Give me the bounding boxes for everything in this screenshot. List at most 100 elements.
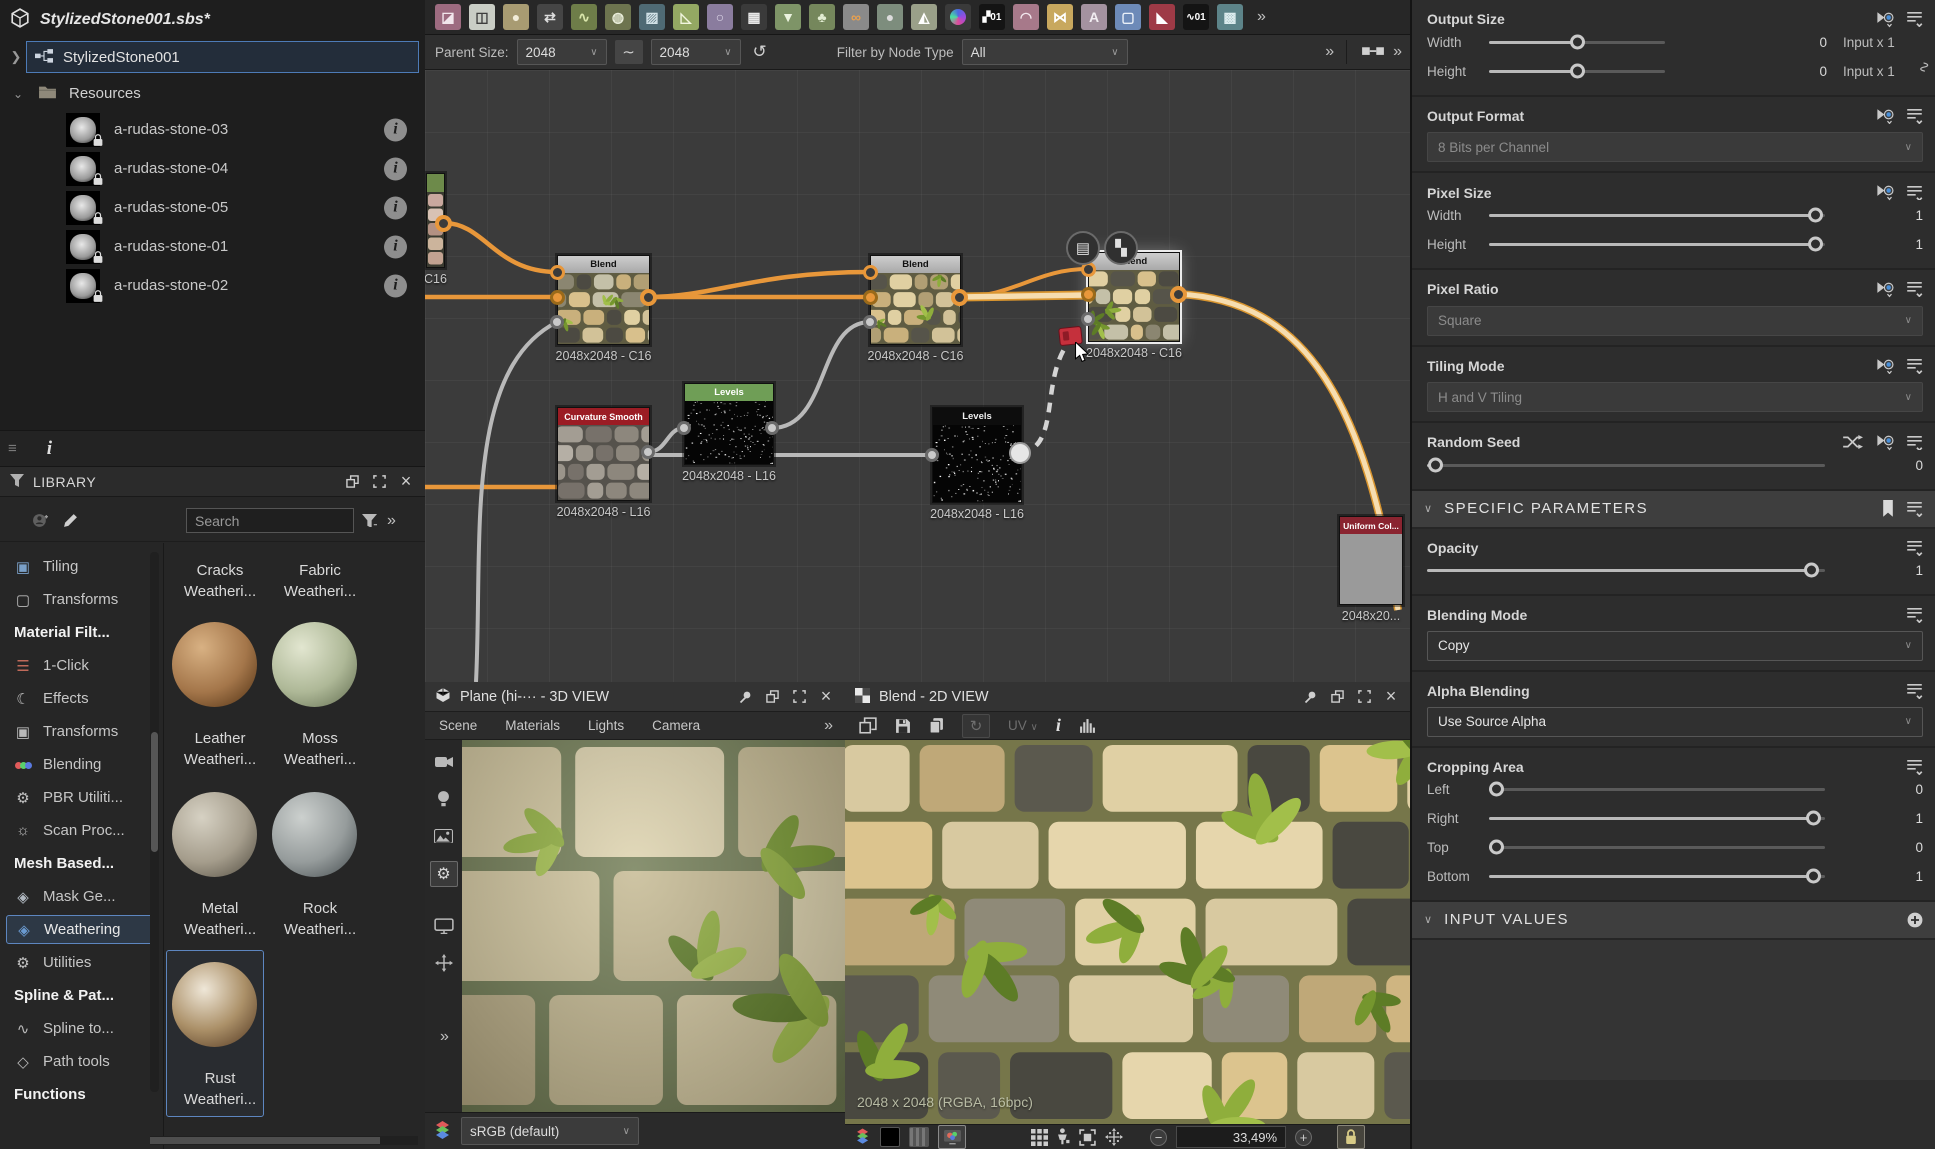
link-icon[interactable]: ∞ (843, 4, 869, 30)
tile-icon[interactable]: ▦ (741, 4, 767, 30)
graph-node-levels-1[interactable]: Levels2048x2048 - L16 (684, 383, 774, 465)
colorspace-select[interactable]: sRGB (default)∨ (461, 1117, 639, 1145)
node-port-orange[interactable] (1170, 286, 1187, 303)
sidebar-item-splineto[interactable]: ∿Spline to... (6, 1014, 154, 1043)
node-port-gray[interactable] (925, 448, 939, 462)
channels-layers-icon[interactable] (856, 1129, 870, 1146)
parent-size-select-2[interactable]: 2048∨ (651, 39, 741, 65)
sidebar-item-pbrutiliti[interactable]: ⚙PBR Utiliti... (6, 783, 154, 812)
node-port-orange[interactable] (550, 290, 565, 305)
move-icon[interactable] (431, 951, 457, 975)
select-icon[interactable]: ▢ (1115, 4, 1141, 30)
param-menu-icon[interactable] (1906, 11, 1923, 27)
library-grid-scrollbar[interactable] (150, 1136, 418, 1145)
maximize-panel-icon[interactable] (790, 689, 808, 705)
scatter-icon[interactable]: ♣ (809, 4, 835, 30)
graph-node-blend-1[interactable]: Blend2048x2048 - C16 (557, 255, 650, 345)
bookmark-icon[interactable] (1882, 500, 1894, 517)
param-slider[interactable] (1489, 214, 1825, 217)
node-port-orange[interactable] (1081, 287, 1096, 302)
section-header-input-values[interactable]: ∨INPUT VALUES (1412, 902, 1935, 940)
sharpen-icon[interactable]: ◍ (605, 4, 631, 30)
shatter-icon[interactable]: ▩ (1217, 4, 1243, 30)
function-icon[interactable] (1875, 184, 1894, 201)
function-icon[interactable] (1875, 281, 1894, 298)
sidebar-item-weathering[interactable]: ◈Weathering (6, 915, 154, 944)
resource-item[interactable]: a-rudas-stone-03i (0, 110, 425, 149)
extrude-icon[interactable]: ▼ (775, 4, 801, 30)
search-input[interactable] (186, 508, 354, 533)
param-slider[interactable] (1489, 846, 1825, 849)
library-category-scrollbar[interactable] (150, 552, 159, 1092)
parent-size-select[interactable]: 2048∨ (517, 39, 607, 65)
graph-node-blend-2[interactable]: Blend2048x2048 - C16 (870, 255, 961, 345)
param-slider[interactable] (1489, 788, 1825, 791)
node-port-orange[interactable] (550, 265, 565, 280)
grid-icon[interactable] (1031, 1129, 1048, 1146)
graph-node-uniform-color[interactable]: Uniform Col...2048x20... (1339, 516, 1403, 605)
flood-fill-icon[interactable]: ◣ (1149, 4, 1175, 30)
text-icon[interactable]: A (1081, 4, 1107, 30)
light-icon[interactable] (431, 787, 457, 811)
halftone-icon[interactable]: ▞01 (979, 4, 1005, 30)
param-select-blending-mode[interactable]: Copy∨ (1427, 631, 1923, 661)
material-thumbnail-metal[interactable] (172, 792, 257, 877)
histogram-icon[interactable]: ◭ (911, 4, 937, 30)
param-select-pixel-ratio[interactable]: Square∨ (1427, 306, 1923, 336)
sidebar-item-blending[interactable]: Blending (6, 750, 154, 779)
node-port-gray[interactable] (677, 421, 691, 435)
sidebar-item-click[interactable]: ☰1-Click (6, 651, 154, 680)
sidebar-item-transforms[interactable]: ▢Transforms (6, 585, 154, 614)
graph-canvas[interactable]: C16Blend2048x2048 - C16Blend2048x2048 - … (425, 70, 1410, 682)
node-port-gray[interactable] (765, 421, 779, 435)
filter-node-type-select[interactable]: All∨ (962, 39, 1128, 65)
sidebar-item-effects[interactable]: ☾Effects (6, 684, 154, 713)
sidebar-item-utilities[interactable]: ⚙Utilities (6, 948, 154, 977)
expand-chevron-icon[interactable]: ❯ (6, 49, 26, 65)
resource-item[interactable]: a-rudas-stone-02i (0, 266, 425, 305)
node-port-orange[interactable] (863, 290, 878, 305)
resource-item[interactable]: a-rudas-stone-01i (0, 227, 425, 266)
zoom-in-button[interactable]: + (1295, 1129, 1312, 1146)
resource-item[interactable]: a-rudas-stone-04i (0, 149, 425, 188)
histogram-icon[interactable] (1079, 718, 1096, 733)
zoom-level-input[interactable]: 33,49% (1176, 1126, 1286, 1148)
graph-tree-item[interactable]: StylizedStone001 (26, 41, 419, 73)
node-info-icon[interactable]: ▤ (1066, 231, 1100, 265)
resource-info-icon[interactable]: i (384, 235, 407, 258)
background-pattern-swatch[interactable] (909, 1127, 929, 1147)
slope-blur-icon[interactable]: ◺ (673, 4, 699, 30)
param-slider[interactable] (1427, 464, 1825, 467)
param-slider[interactable] (1489, 41, 1665, 44)
resource-info-icon[interactable]: i (384, 157, 407, 180)
resource-item[interactable]: a-rudas-stone-05i (0, 188, 425, 227)
param-slider[interactable] (1489, 817, 1825, 820)
resource-info-icon[interactable]: i (384, 274, 407, 297)
graph-toolbar-more-icon-2[interactable]: » (1393, 43, 1400, 61)
maximize-panel-icon[interactable] (1355, 689, 1373, 705)
node-port-gray[interactable] (641, 445, 655, 459)
uv-select[interactable]: UV ∨ (1008, 718, 1038, 733)
wave-icon[interactable]: ∿01 (1183, 4, 1209, 30)
node-port-orange[interactable] (863, 265, 878, 280)
material-thumbnail-rust[interactable] (172, 962, 257, 1047)
collapse-chevron-icon[interactable]: ⌄ (10, 87, 26, 101)
edit-pencil-icon[interactable] (63, 513, 78, 528)
camera-icon[interactable] (431, 750, 457, 774)
function-icon[interactable] (1875, 108, 1894, 125)
menu-lines-icon[interactable]: ≡ (8, 440, 17, 457)
duplicate-icon[interactable]: ◫ (469, 4, 495, 30)
param-slider[interactable] (1489, 875, 1825, 878)
view2d-viewport[interactable]: 2048 x 2048 (RGBA, 16bpc) (845, 740, 1410, 1124)
param-slider[interactable] (1489, 243, 1825, 246)
param-select-output-format[interactable]: 8 Bits per Channel∨ (1427, 132, 1923, 162)
material-thumbnail-leather[interactable] (172, 622, 257, 707)
node-port-gray[interactable] (863, 315, 877, 329)
view3d-strip-more-icon[interactable]: » (440, 1028, 447, 1046)
graph-toolbar-more-icon[interactable]: » (1325, 43, 1332, 61)
param-select-tiling-mode[interactable]: H and V Tiling∨ (1427, 382, 1923, 412)
param-menu-icon[interactable] (1906, 185, 1923, 201)
float-panel-icon[interactable] (1328, 689, 1346, 705)
zoom-out-button[interactable]: − (1150, 1129, 1167, 1146)
mannequin-icon[interactable] (1057, 1128, 1070, 1145)
